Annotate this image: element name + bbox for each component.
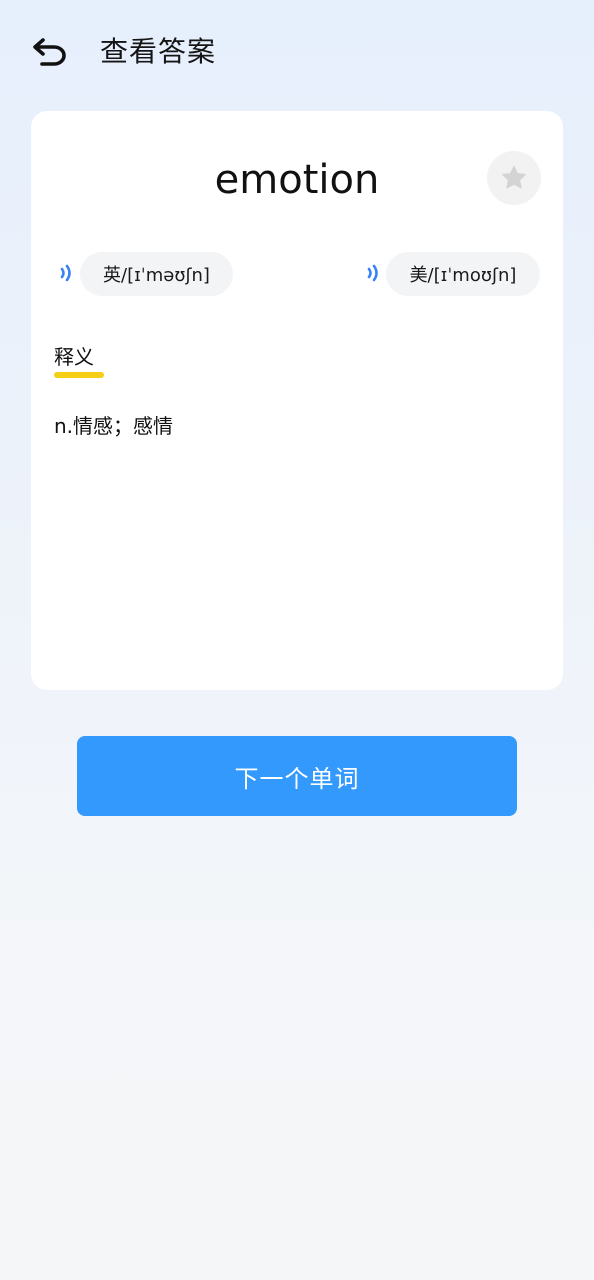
uk-pronunciation[interactable]: 英/[ɪˈməʊʃn] bbox=[80, 252, 233, 296]
us-speaker-button[interactable] bbox=[363, 262, 385, 284]
section-underline bbox=[54, 372, 104, 378]
speaker-icon bbox=[366, 263, 382, 283]
definition-heading: 释义 bbox=[54, 345, 94, 369]
page-title: 查看答案 bbox=[100, 35, 217, 68]
favorite-button[interactable] bbox=[487, 151, 541, 205]
speaker-icon bbox=[59, 263, 75, 283]
star-icon bbox=[500, 164, 528, 192]
definition-text: n.情感；感情 bbox=[54, 414, 174, 438]
app-header: 查看答案 bbox=[0, 0, 594, 104]
back-button[interactable] bbox=[26, 28, 74, 76]
uk-speaker-button[interactable] bbox=[56, 262, 78, 284]
next-word-button[interactable]: 下一个单词 bbox=[77, 736, 517, 816]
back-arrow-icon bbox=[32, 36, 68, 68]
us-pronunciation[interactable]: 美/[ɪˈmoʊʃn] bbox=[386, 252, 540, 296]
